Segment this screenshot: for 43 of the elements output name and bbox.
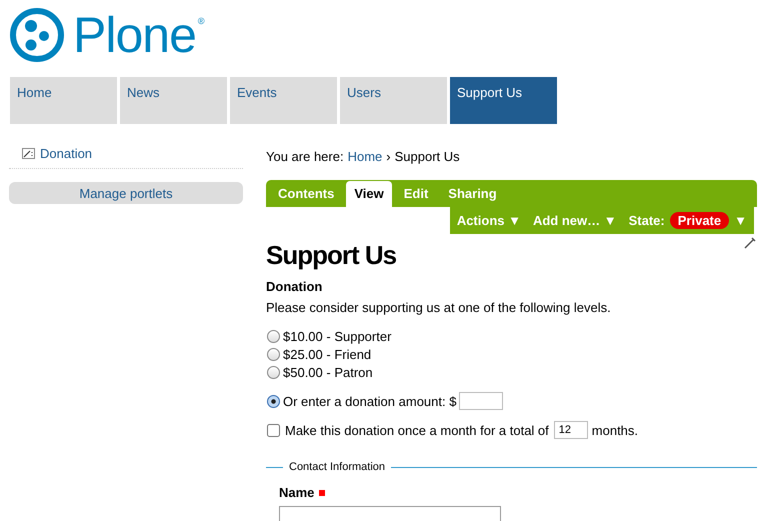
option-label: months. — [592, 422, 638, 438]
page-title: Support Us — [266, 240, 396, 271]
option-label: $10.00 - Supporter — [283, 329, 392, 344]
state-menu-arrow[interactable]: ▼ — [734, 213, 747, 228]
amount-field[interactable] — [459, 392, 504, 410]
nav-tab[interactable]: Home — [10, 77, 117, 124]
edit-tab[interactable]: View — [346, 181, 392, 207]
state-badge[interactable]: Private — [670, 212, 730, 229]
state-label: State: — [628, 213, 665, 228]
checkbox[interactable] — [267, 424, 280, 436]
nav-tab[interactable]: News — [120, 77, 227, 124]
breadcrumb-link[interactable]: Home — [348, 149, 382, 164]
nav-tab[interactable]: Support Us — [450, 77, 557, 124]
radio-button[interactable] — [267, 366, 280, 379]
edit-tab[interactable]: Sharing — [440, 181, 505, 207]
menu-link[interactable]: Add new… ▼ — [532, 213, 617, 228]
breadcrumb-label: You are here: — [266, 149, 344, 164]
logo-icon — [9, 7, 65, 63]
edit-tab[interactable]: Contents — [270, 181, 342, 207]
radio-button[interactable] — [267, 394, 280, 408]
registered-mark: ® — [198, 16, 205, 26]
document-icon — [22, 148, 35, 159]
nav-tab[interactable]: Users — [340, 77, 447, 124]
radio-button[interactable] — [267, 348, 280, 361]
fieldset-legend: Contact Information — [289, 461, 385, 473]
months-field[interactable]: 12 — [554, 421, 588, 439]
field-description: Please consider supporting us at one of the following levels. — [266, 300, 612, 315]
radio-button[interactable] — [267, 330, 280, 343]
breadcrumb-separator: › — [386, 149, 391, 164]
nav-tab[interactable]: Events — [230, 77, 337, 124]
manage-portlets-button[interactable]: Manage portlets — [9, 182, 243, 204]
breadcrumb-current: Support Us — [394, 149, 460, 164]
logo-text[interactable]: Plone — [73, 10, 196, 60]
field-label: Name — [279, 485, 314, 500]
option-label: $50.00 - Patron — [283, 365, 373, 380]
portlet-link[interactable]: Donation — [40, 146, 92, 161]
field-label: Donation — [266, 279, 324, 294]
menu-link[interactable]: Actions ▼ — [456, 213, 521, 228]
wrench-icon[interactable] — [743, 236, 757, 250]
option-label: $25.00 - Friend — [283, 347, 372, 362]
option-label: Or enter a donation amount: $ — [283, 394, 456, 408]
edit-tab[interactable]: Edit — [396, 181, 436, 207]
option-label: Make this donation once a month for a total of — [285, 422, 549, 438]
